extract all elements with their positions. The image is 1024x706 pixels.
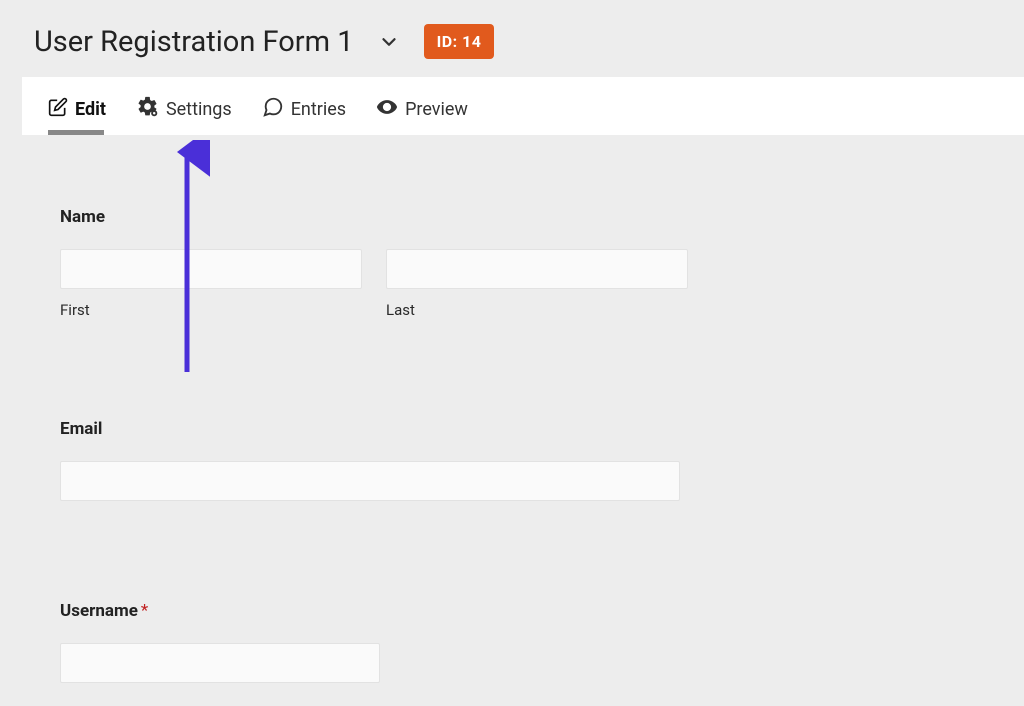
- required-mark: *: [141, 601, 148, 621]
- first-name-col: First: [60, 249, 362, 319]
- title-chevron-down-icon[interactable]: [372, 27, 406, 57]
- tab-entries-label: Entries: [291, 99, 346, 120]
- email-label: Email: [60, 419, 1024, 439]
- name-row: First Last: [60, 249, 1024, 319]
- tab-entries[interactable]: Entries: [262, 96, 346, 123]
- tab-preview-label: Preview: [405, 99, 468, 120]
- username-label-text: Username: [60, 601, 138, 621]
- username-field-block: Username*: [60, 601, 1024, 683]
- edit-icon: [48, 97, 68, 122]
- form-canvas: Name First Last Email Username*: [22, 135, 1024, 683]
- name-label: Name: [60, 207, 1024, 227]
- username-label: Username*: [60, 601, 1024, 621]
- tab-edit-label: Edit: [75, 99, 106, 120]
- page-header: User Registration Form 1 ID: 14: [0, 0, 1024, 77]
- email-field-block: Email: [60, 419, 1024, 501]
- tab-settings[interactable]: Settings: [136, 95, 232, 123]
- comment-icon: [262, 96, 284, 123]
- username-input[interactable]: [60, 643, 380, 683]
- tab-settings-label: Settings: [166, 99, 232, 120]
- name-field-block: Name First Last: [60, 207, 1024, 319]
- form-id-badge: ID: 14: [424, 24, 495, 59]
- page-title: User Registration Form 1: [34, 25, 354, 59]
- first-name-sublabel: First: [60, 301, 362, 319]
- tab-edit[interactable]: Edit: [48, 97, 106, 122]
- first-name-input[interactable]: [60, 249, 362, 289]
- email-input[interactable]: [60, 461, 680, 501]
- last-name-input[interactable]: [386, 249, 688, 289]
- last-name-sublabel: Last: [386, 301, 688, 319]
- eye-icon: [376, 96, 398, 123]
- tab-bar: Edit Settings Entries Preview: [22, 77, 1024, 135]
- gear-icon: [136, 95, 159, 123]
- tab-preview[interactable]: Preview: [376, 96, 468, 123]
- last-name-col: Last: [386, 249, 688, 319]
